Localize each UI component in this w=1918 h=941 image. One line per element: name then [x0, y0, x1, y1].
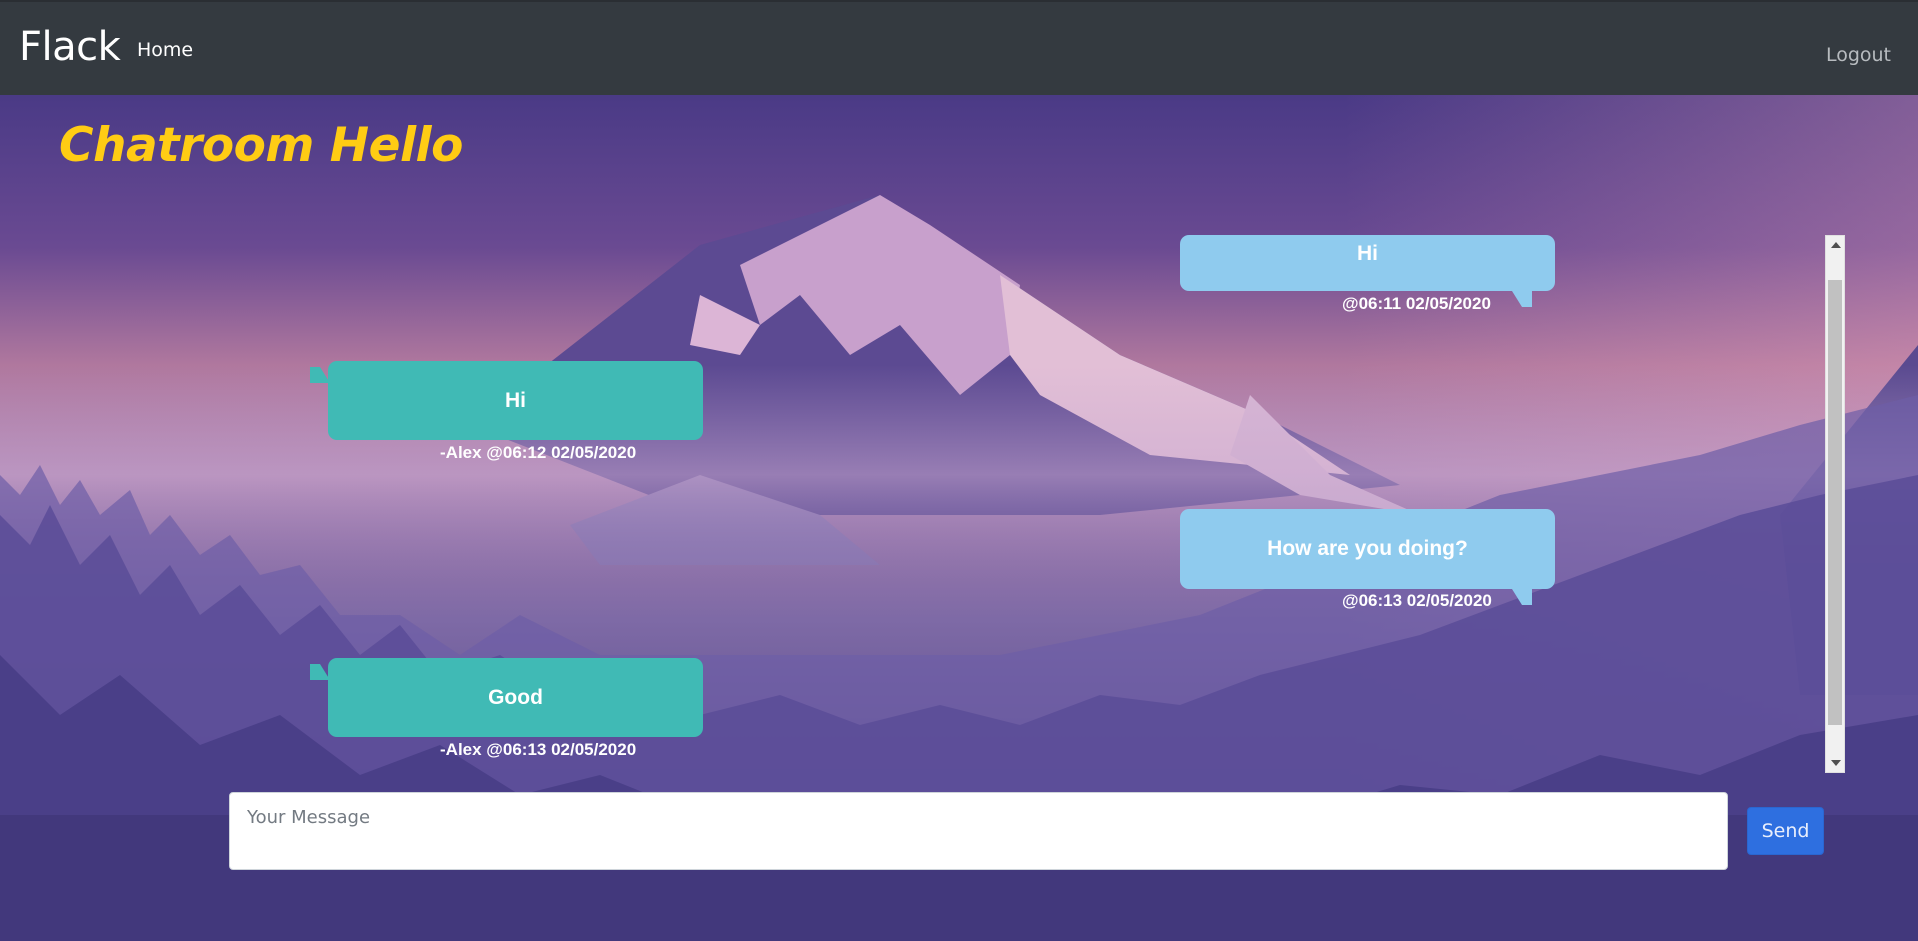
message-bubble: Hi — [1180, 235, 1555, 291]
message-bubble: How are you doing? — [1180, 509, 1555, 589]
message-text: Hi — [1357, 242, 1378, 265]
message-input[interactable] — [229, 792, 1728, 870]
message-meta: @06:11 02/05/2020 — [1342, 294, 1491, 313]
message-text: How are you doing? — [1267, 537, 1468, 560]
message-meta: @06:13 02/05/2020 — [1342, 591, 1492, 610]
message-bubble: Good — [328, 658, 703, 737]
scroll-down-arrow-icon[interactable] — [1831, 760, 1841, 766]
navbar: Flack Home Logout — [0, 0, 1918, 95]
message-bubble: Hi — [328, 361, 703, 440]
bubble-tail — [1512, 291, 1532, 307]
scroll-up-arrow-icon[interactable] — [1831, 242, 1841, 248]
nav-link-home[interactable]: Home — [137, 39, 193, 61]
bubble-tail — [310, 367, 330, 383]
bubble-tail — [310, 664, 330, 680]
message-text: Hi — [505, 389, 526, 412]
brand-logo[interactable]: Flack — [19, 24, 121, 70]
chat-scrollbar[interactable] — [1825, 235, 1845, 773]
nav-link-logout[interactable]: Logout — [1826, 44, 1891, 66]
send-button[interactable]: Send — [1747, 807, 1824, 855]
bubble-tail — [1512, 589, 1532, 605]
message-meta: -Alex @06:13 02/05/2020 — [440, 740, 637, 759]
message-text: Good — [488, 686, 543, 709]
scroll-thumb[interactable] — [1828, 280, 1842, 725]
page-title: Chatroom Hello — [59, 118, 463, 173]
message-meta: -Alex @06:12 02/05/2020 — [440, 443, 637, 462]
